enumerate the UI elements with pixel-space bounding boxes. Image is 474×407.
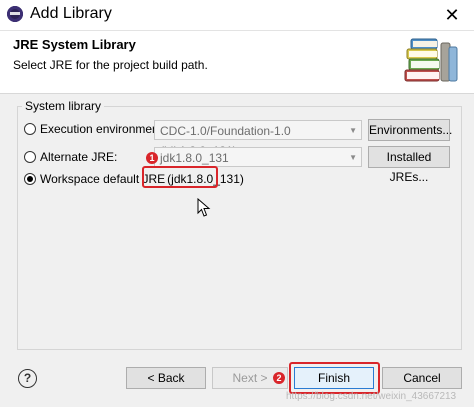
watermark: https://blog.csdn.net/weixin_43667213	[286, 391, 457, 402]
back-button[interactable]: < Back	[126, 367, 206, 389]
mouse-pointer-icon	[197, 198, 211, 217]
dialog-header: JRE System Library Select JRE for the pr…	[0, 31, 474, 94]
alternate-jre-combo[interactable]: jdk1.8.0_131 ▼	[154, 147, 362, 167]
alternate-jre-radio[interactable]	[24, 151, 36, 163]
cancel-button[interactable]: Cancel	[382, 367, 462, 389]
execution-environment-option[interactable]: Execution environment:	[24, 122, 165, 136]
chevron-down-icon: ▼	[349, 153, 357, 162]
chevron-down-icon: ▼	[349, 126, 357, 135]
installed-jres-button[interactable]: Installed JREs...	[368, 146, 450, 184]
execution-environment-radio[interactable]	[24, 123, 36, 135]
workspace-default-radio[interactable]	[24, 173, 36, 185]
help-icon[interactable]: ?	[18, 369, 37, 388]
alternate-jre-option[interactable]: Alternate JRE:	[24, 150, 117, 164]
step-1-badge: 1	[146, 152, 158, 164]
execution-environment-combo[interactable]: CDC-1.0/Foundation-1.0 (jdk1.8.0_131) ▼	[154, 120, 362, 158]
highlight-box-finish	[289, 362, 380, 394]
header-title: JRE System Library	[13, 37, 136, 52]
environments-button[interactable]: Environments...	[368, 119, 452, 141]
header-description: Select JRE for the project build path.	[13, 58, 208, 72]
title-bar: Add Library ✕	[0, 0, 474, 31]
alternate-jre-label: Alternate JRE:	[40, 150, 118, 164]
window-title: Add Library	[30, 5, 112, 22]
group-label: System library	[22, 99, 105, 113]
system-library-group	[17, 106, 462, 350]
close-button[interactable]: ✕	[430, 0, 474, 30]
alternate-jre-value: jdk1.8.0_131	[160, 151, 229, 165]
eclipse-icon	[7, 6, 23, 22]
books-icon	[404, 38, 458, 82]
step-2-badge: 2	[273, 372, 285, 384]
execution-environment-label: Execution environment:	[40, 122, 166, 136]
highlight-box-jre	[142, 166, 218, 188]
